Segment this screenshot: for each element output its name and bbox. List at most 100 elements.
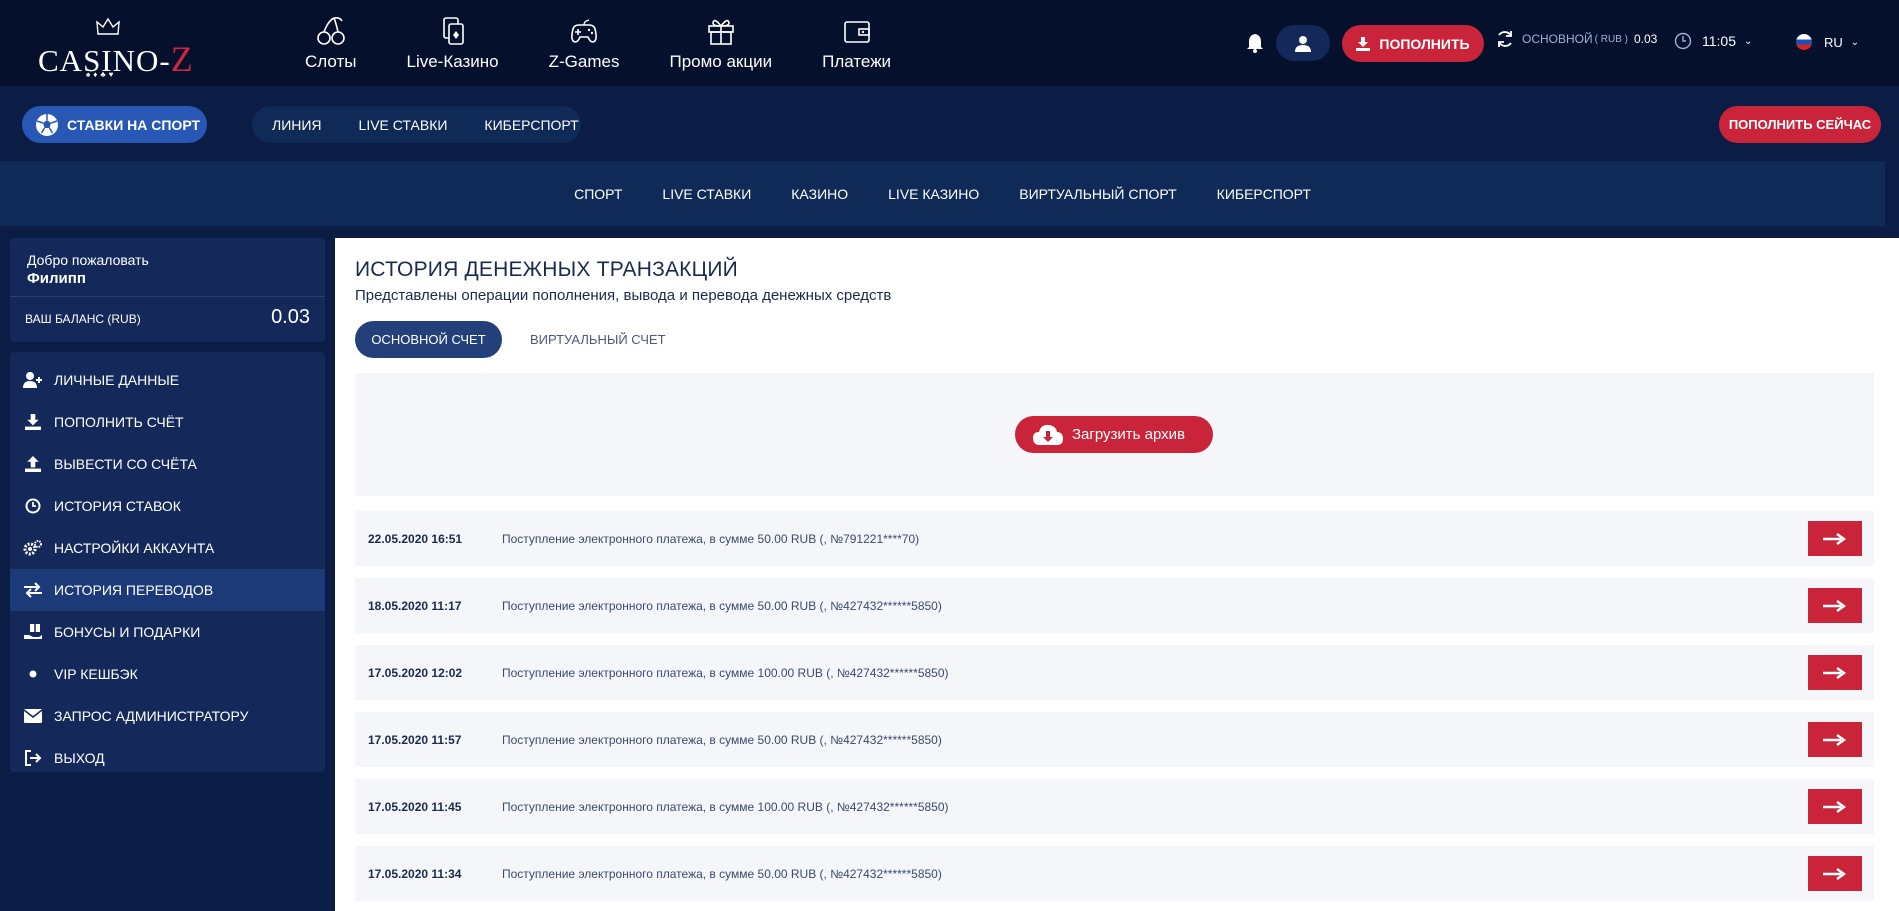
menu-item-vip-cashback[interactable]: VIP КЕШБЭК [10, 653, 325, 695]
transaction-date: 17.05.2020 12:02 [368, 665, 463, 680]
welcome-text: Добро пожаловать [27, 252, 149, 268]
menu-item-bet-history[interactable]: ИСТОРИЯ СТАВОК [10, 485, 325, 527]
balance-label: ОСНОВНОЙ [1522, 32, 1593, 46]
transaction-description: Поступление электронного платежа, в сумм… [502, 799, 949, 814]
transaction-description: Поступление электронного платежа, в сумм… [502, 531, 920, 546]
menu-label: ИСТОРИЯ ПЕРЕВОДОВ [54, 582, 214, 598]
tab-virtual-account[interactable]: ВИРТУАЛЬНЫЙ СЧЕТ [530, 321, 666, 358]
menu-item-transfer-history[interactable]: ИСТОРИЯ ПЕРЕВОДОВ [10, 569, 325, 611]
details-button[interactable] [1808, 856, 1862, 891]
nav-label: Слоты [305, 51, 357, 71]
menu-item-bonuses[interactable]: БОНУСЫ И ПОДАРКИ [10, 611, 325, 653]
balance-value: 0.03 [1633, 32, 1658, 46]
deposit-button[interactable]: ПОПОЛНИТЬ [1342, 25, 1484, 62]
table-row: 17.05.2020 11:57 Поступление электронног… [355, 712, 1874, 767]
sport-bets-button[interactable]: СТАВКИ НА СПОРТ [22, 106, 207, 143]
nav-item-live-casino[interactable]: Live-Казино [381, 0, 523, 86]
language-dropdown[interactable]: RU ⌄ [1796, 34, 1859, 50]
transactions-list: 22.05.2020 16:51 Поступление электронног… [355, 511, 1874, 911]
category-virtual-sport[interactable]: ВИРТУАЛЬНЫЙ СПОРТ [1019, 186, 1176, 202]
menu-label: VIP КЕШБЭК [54, 666, 138, 682]
user-button[interactable] [1276, 25, 1330, 61]
user-icon [1295, 35, 1311, 52]
casino-z-logo[interactable]: CASINO-Z ♠♦♣♥ [38, 18, 193, 79]
menu-item-logout[interactable]: ВЫХОД [10, 737, 325, 779]
category-casino[interactable]: КАЗИНО [791, 186, 848, 202]
arrow-right-icon [1823, 733, 1847, 746]
table-row: 22.05.2020 16:51 Поступление электронног… [355, 511, 1874, 566]
sport-bar: СТАВКИ НА СПОРТ ЛИНИЯ LIVE СТАВКИ КИБЕРС… [0, 86, 1899, 160]
dot-icon [22, 665, 44, 683]
balance-label: ВАШ БАЛАНС (RUB) [25, 312, 141, 326]
sport-bets-label: СТАВКИ НА СПОРТ [67, 116, 201, 133]
details-button[interactable] [1808, 789, 1862, 824]
page-title: ИСТОРИЯ ДЕНЕЖНЫХ ТРАНЗАКЦИЙ [355, 258, 738, 281]
arrow-right-icon [1823, 800, 1847, 813]
menu-item-personal-data[interactable]: ЛИЧНЫЕ ДАННЫЕ [10, 359, 325, 401]
sport-link-esports[interactable]: КИБЕРСПОРТ [484, 117, 578, 133]
menu-label: ЛИЧНЫЕ ДАННЫЕ [54, 372, 180, 388]
sport-link-line[interactable]: ЛИНИЯ [272, 117, 322, 133]
nav-label: Промо акции [669, 51, 773, 71]
tab-main-account[interactable]: ОСНОВНОЙ СЧЕТ [355, 321, 502, 358]
exchange-icon [22, 581, 44, 599]
download-archive-label: Загрузить архив [1072, 426, 1186, 443]
nav-label: Платежи [822, 51, 892, 71]
transaction-date: 17.05.2020 11:45 [368, 799, 462, 814]
clock-dropdown[interactable]: 11:05 ⌄ [1674, 32, 1752, 50]
nav-item-payments[interactable]: Платежи [797, 0, 916, 86]
clock-icon [22, 497, 44, 515]
nav-item-slots[interactable]: Слоты [280, 0, 381, 86]
table-row: 18.05.2020 11:17 Поступление электронног… [355, 578, 1874, 633]
table-row: 17.05.2020 11:45 Поступление электронног… [355, 779, 1874, 834]
transaction-description: Поступление электронного платежа, в сумм… [502, 866, 942, 881]
soccer-ball-icon [36, 113, 58, 136]
menu-item-admin-request[interactable]: ЗАПРОС АДМИНИСТРАТОРУ [10, 695, 325, 737]
download-archive-button[interactable]: Загрузить архив [1015, 416, 1213, 453]
details-button[interactable] [1808, 521, 1862, 556]
refresh-icon[interactable] [1496, 30, 1514, 48]
username: Филипп [27, 270, 86, 287]
menu-label: ПОПОЛНИТЬ СЧЁТ [54, 414, 184, 430]
russia-flag-icon [1796, 34, 1812, 50]
bell-icon[interactable] [1245, 32, 1265, 54]
sport-links: ЛИНИЯ LIVE СТАВКИ КИБЕРСПОРТ [252, 106, 581, 143]
menu-item-withdraw[interactable]: ВЫВЕСТИ СО СЧЁТА [10, 443, 325, 485]
wallet-icon [843, 20, 870, 43]
transaction-description: Поступление электронного платежа, в сумм… [502, 732, 942, 747]
category-live-bets[interactable]: LIVE СТАВКИ [662, 186, 751, 202]
details-button[interactable] [1808, 588, 1862, 623]
cherry-icon [316, 16, 345, 45]
gift-icon [707, 19, 734, 45]
cloud-download-icon [1033, 424, 1063, 445]
details-button[interactable] [1808, 722, 1862, 757]
deposit-label: ПОПОЛНИТЬ [1379, 35, 1470, 52]
download-icon [22, 413, 44, 431]
transaction-description: Поступление электронного платежа, в сумм… [502, 665, 949, 680]
transaction-date: 22.05.2020 16:51 [368, 531, 463, 546]
category-esports[interactable]: КИБЕРСПОРТ [1217, 186, 1311, 202]
category-sport[interactable]: СПОРТ [574, 186, 622, 202]
cards-icon [442, 16, 464, 45]
header-balance[interactable]: ОСНОВНОЙ ( RUB ) 0.03 [1496, 30, 1657, 48]
transactions-panel: ИСТОРИЯ ДЕНЕЖНЫХ ТРАНЗАКЦИЙ Представлены… [335, 238, 1899, 911]
menu-item-deposit[interactable]: ПОПОЛНИТЬ СЧЁТ [10, 401, 325, 443]
category-live-casino[interactable]: LIVE КАЗИНО [888, 186, 979, 202]
upload-icon [22, 455, 44, 473]
nav-label: Live-Казино [406, 51, 499, 71]
arrow-right-icon [1823, 666, 1847, 679]
deposit-now-button[interactable]: ПОПОЛНИТЬ СЕЙЧАС [1719, 106, 1881, 143]
sport-link-live[interactable]: LIVE СТАВКИ [359, 117, 448, 133]
nav-item-z-games[interactable]: Z-Games [524, 0, 645, 86]
details-button[interactable] [1808, 655, 1862, 690]
menu-label: ЗАПРОС АДМИНИСТРАТОРУ [54, 708, 249, 724]
page-subtitle: Представлены операции пополнения, вывода… [355, 287, 892, 304]
gears-icon [22, 539, 44, 557]
top-header: CASINO-Z ♠♦♣♥ Слоты Live-Казино Z-Games … [0, 0, 1899, 86]
welcome-panel: Добро пожаловать Филипп ВАШ БАЛАНС (RUB)… [10, 238, 325, 342]
nav-item-promo[interactable]: Промо акции [644, 0, 797, 86]
main-nav: Слоты Live-Казино Z-Games Промо акции Пл… [280, 0, 916, 86]
gift-hand-icon [22, 623, 44, 641]
menu-item-account-settings[interactable]: НАСТРОЙКИ АККАУНТА [10, 527, 325, 569]
menu-label: НАСТРОЙКИ АККАУНТА [54, 540, 215, 556]
